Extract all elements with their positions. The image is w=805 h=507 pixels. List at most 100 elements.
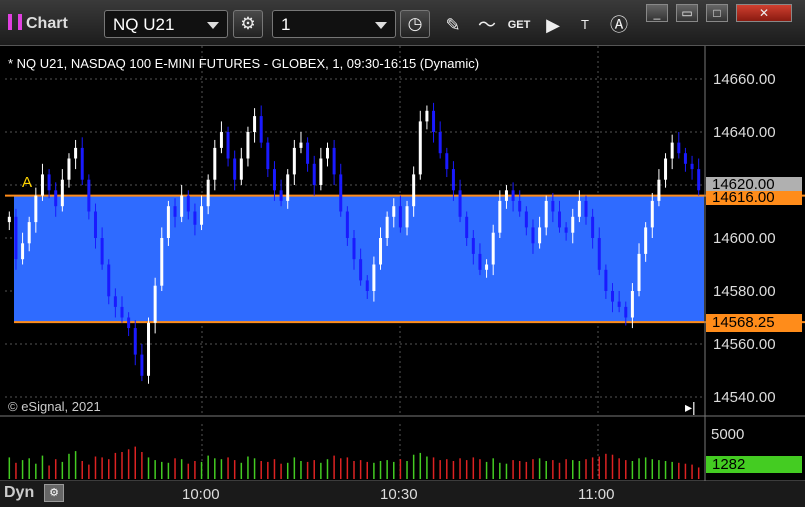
time-tick-label: 10:00 [182,486,220,503]
candle-body [319,158,323,185]
candle-body [365,280,369,291]
volume-layer [8,446,700,479]
candle-body [571,216,575,233]
candle-body [531,227,535,244]
candle-body [677,142,681,154]
candle-body [160,238,164,286]
candle-body [147,322,151,376]
candle-body [557,211,561,228]
candle-body [664,158,668,180]
candle-body [504,190,508,201]
candle-body [279,190,283,201]
price-tick-label: 14580.00 [713,283,776,300]
candle-body [511,190,515,201]
candle-body [54,190,58,207]
candle-body [425,110,429,122]
candle-body [352,238,356,260]
candle-body [372,264,376,291]
candle-body [604,269,608,291]
candle-body [697,169,701,191]
chart-canvas[interactable] [0,0,805,507]
candle-body [624,306,628,318]
candle-body [332,147,336,175]
candle-body [591,216,595,238]
candle-body [286,174,290,201]
lower-level-badge: 14568.25 [706,314,802,332]
candle-body [34,195,38,223]
candle-body [637,253,641,291]
candle-body [339,174,343,212]
candle-body [491,232,495,265]
candle-body [611,291,615,302]
volume-tick-label: 5000 [711,426,745,443]
candle-body [180,195,184,217]
dynamic-label: Dyn [4,484,35,501]
candle-body [47,174,51,191]
scroll-to-end-icon[interactable]: ▸| [685,399,696,416]
candle-body [21,243,25,260]
candle-body [392,206,396,217]
candle-body [219,132,223,148]
candle-body [325,147,329,159]
candle-body [93,211,97,238]
candle-body [544,200,548,228]
candle-body [551,200,555,212]
candle-body [292,147,296,175]
candle-body [564,227,568,233]
candle-body [67,158,71,180]
chart-title: * NQ U21, NASDAQ 100 E-MINI FUTURES - GL… [8,56,480,71]
copyright-label: © eSignal, 2021 [8,399,101,414]
time-tick-label: 10:30 [380,486,418,503]
candle-body [127,317,131,329]
dynamic-settings-icon[interactable]: ⚙ [44,484,64,502]
candle-body [670,142,674,159]
candle-body [200,206,204,225]
candle-body [173,206,177,217]
price-tick-label: 14540.00 [713,389,776,406]
candle-body [80,147,84,180]
candle-body [471,238,475,254]
time-tick-label: 11:00 [578,486,615,503]
candle-body [100,238,104,265]
price-tick-label: 14640.00 [713,124,776,141]
candle-body [657,179,661,201]
candle-body [266,142,270,170]
candle-body [312,163,316,185]
candle-body [458,190,462,217]
candle-body [379,238,383,265]
candle-body [451,169,455,191]
candle-body [478,253,482,270]
candle-body [253,116,257,132]
candle-body [40,174,44,196]
candle-body [60,179,64,207]
candle-body [299,142,303,148]
candle-body [432,110,436,132]
candle-body [186,195,190,212]
candle-body [226,132,230,159]
candle-body [27,222,31,244]
candle-body [246,132,250,159]
candle-body [518,200,522,212]
candle-body [166,206,170,238]
candle-body [259,116,263,143]
candle-body [233,158,237,180]
candle-body [418,121,422,175]
candle-body [206,179,210,207]
candle-body [359,259,363,281]
price-tick-label: 14660.00 [713,71,776,88]
candle-body [306,142,310,164]
price-tick-label: 14600.00 [713,230,776,247]
candle-body [398,206,402,228]
marker-a-label: A [22,174,33,191]
price-tick-label: 14560.00 [713,336,776,353]
candle-body [87,179,91,212]
candle-body [438,132,442,154]
candle-body [107,264,111,297]
candle-body [644,227,648,254]
candle-body [14,216,18,260]
volume-last-badge: 1282 [706,456,802,473]
candle-body [485,264,489,270]
candle-body [617,301,621,307]
candle-body [465,216,469,238]
candle-body [498,200,502,233]
